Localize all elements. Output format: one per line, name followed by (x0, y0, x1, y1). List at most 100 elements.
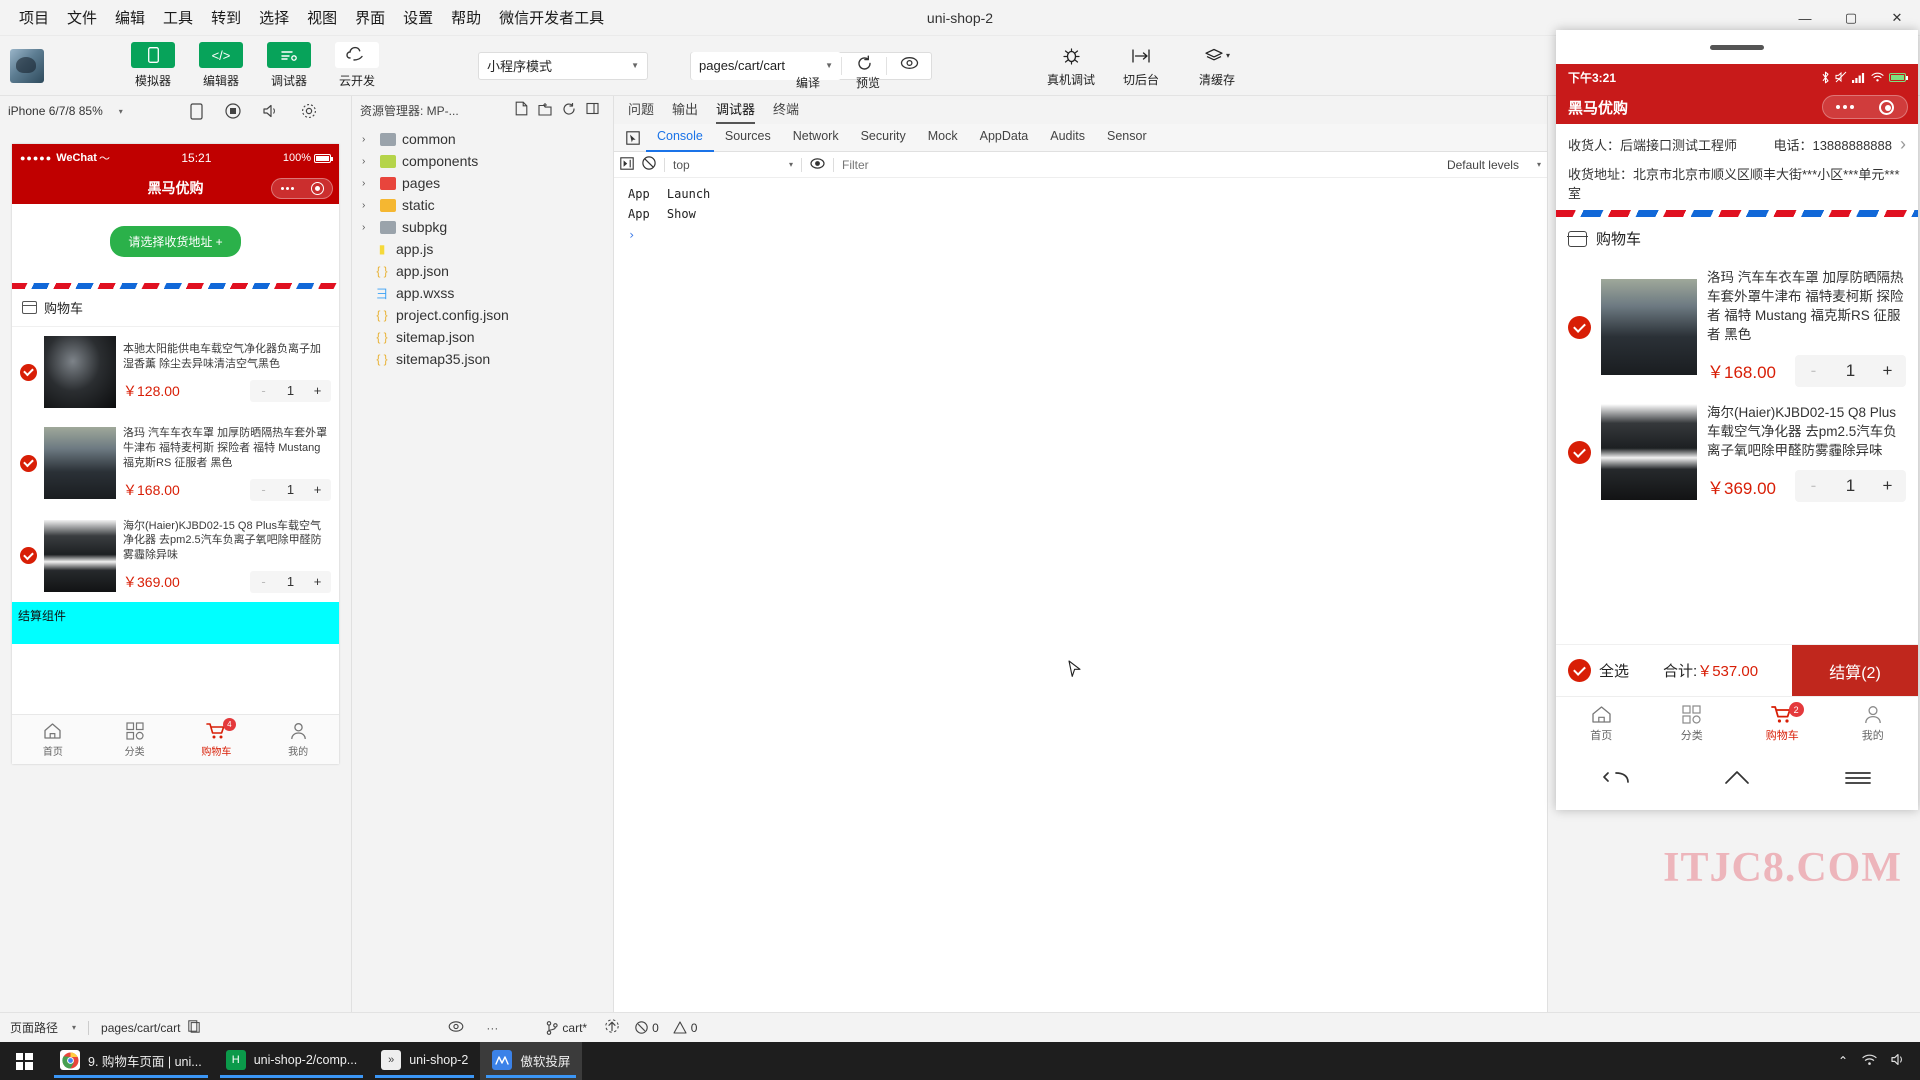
mirror-capsule-button[interactable] (1822, 95, 1908, 119)
item-checkbox[interactable] (1568, 440, 1591, 464)
background-switch-button[interactable]: 切后台 (1118, 44, 1164, 88)
tab-sources[interactable]: Sources (714, 123, 782, 152)
item-checkbox[interactable] (1568, 315, 1591, 339)
item-checkbox[interactable] (20, 454, 37, 472)
decrease-button[interactable]: - (250, 571, 277, 593)
quantity-stepper[interactable]: - 1 + (250, 478, 331, 501)
decrease-button[interactable]: - (1795, 355, 1832, 387)
error-count[interactable]: 0 (635, 1021, 659, 1035)
tree-file-app-json[interactable]: { } app.json (352, 260, 613, 282)
address-block[interactable]: 收货人：后端接口测试工程师 电话：13888888888 › 收货地址：北京市北… (1556, 124, 1918, 210)
increase-button[interactable]: + (304, 479, 331, 501)
quantity-stepper[interactable]: - 1 + (250, 571, 331, 594)
tab-cart[interactable]: 2 购物车 (1737, 697, 1828, 750)
new-folder-icon[interactable] (533, 102, 557, 119)
tree-file-sitemap35-json[interactable]: { } sitemap35.json (352, 348, 613, 370)
select-all-checkbox[interactable] (1568, 659, 1591, 682)
clear-cache-button[interactable]: ▾ 清缓存 (1188, 44, 1246, 88)
mp-capsule-button[interactable] (271, 178, 333, 199)
cart-item[interactable]: 本驰太阳能供电车载空气净化器负离子加湿香薰 除尘去异味清洁空气黑色 ￥128.0… (12, 327, 339, 417)
tree-folder-pages[interactable]: › pages (352, 172, 613, 194)
warning-count[interactable]: 0 (673, 1021, 697, 1035)
increase-button[interactable]: + (304, 380, 331, 402)
tab-audits[interactable]: Audits (1039, 123, 1096, 152)
select-all-group[interactable]: 全选 (1556, 659, 1629, 682)
item-checkbox[interactable] (20, 547, 37, 565)
tab-security[interactable]: Security (850, 123, 917, 152)
inspect-icon[interactable] (620, 127, 646, 149)
menu-item-settings[interactable]: 设置 (394, 3, 442, 32)
menu-item-view[interactable]: 视图 (298, 3, 346, 32)
menu-item-help[interactable]: 帮助 (442, 3, 490, 32)
cart-item[interactable]: 海尔(Haier)KJBD02-15 Q8 Plus车载空气净化器 去pm2.5… (12, 509, 339, 603)
settings-icon[interactable] (301, 103, 317, 119)
simulator-toggle-button[interactable]: 模拟器 (124, 42, 182, 89)
tree-folder-subpkg[interactable]: › subpkg (352, 216, 613, 238)
tab-home[interactable]: 首页 (12, 715, 94, 764)
phone-rotate-icon[interactable] (190, 102, 203, 120)
increase-button[interactable]: + (1869, 470, 1906, 502)
levels-select-label[interactable]: Default levels (1447, 158, 1519, 172)
quantity-stepper[interactable]: - 1 + (250, 379, 331, 402)
sync-icon[interactable] (605, 1019, 619, 1036)
network-icon[interactable] (1862, 1054, 1877, 1069)
tree-folder-common[interactable]: › common (352, 128, 613, 150)
filter-input[interactable] (842, 157, 1439, 172)
panel-tab-output[interactable]: 输出 (672, 99, 698, 124)
menu-item-select[interactable]: 选择 (250, 3, 298, 32)
cloud-dev-button[interactable]: 云开发 (328, 42, 386, 89)
tab-category[interactable]: 分类 (94, 715, 176, 764)
tab-appdata[interactable]: AppData (969, 123, 1040, 152)
panel-tab-terminal[interactable]: 终端 (773, 99, 799, 124)
menu-icon[interactable] (1844, 767, 1872, 793)
volume-icon[interactable] (263, 104, 279, 118)
tree-file-app-js[interactable]: ▮ app.js (352, 238, 613, 260)
clear-icon[interactable] (642, 156, 656, 173)
mode-select[interactable]: 小程序模式 ▼ (478, 51, 648, 80)
refresh-icon[interactable] (557, 102, 581, 119)
menu-item-goto[interactable]: 转到 (202, 3, 250, 32)
debugger-toggle-button[interactable]: 调试器 (260, 42, 318, 89)
panel-tab-debugger[interactable]: 调试器 (716, 99, 756, 124)
copy-icon[interactable] (188, 1019, 201, 1036)
tab-home[interactable]: 首页 (1556, 697, 1647, 750)
decrease-button[interactable]: - (1795, 470, 1832, 502)
tree-file-sitemap-json[interactable]: { } sitemap.json (352, 326, 613, 348)
record-icon[interactable] (225, 103, 241, 119)
new-file-icon[interactable] (509, 101, 533, 119)
execute-icon[interactable] (620, 156, 634, 173)
more-options-button[interactable]: ··· (486, 1021, 498, 1035)
editor-toggle-button[interactable]: </> 编辑器 (192, 42, 250, 89)
mirror-drag-handle[interactable] (1556, 30, 1918, 64)
page-path-select[interactable]: 页面路径 ▾ (10, 1019, 76, 1036)
volume-icon[interactable] (1891, 1053, 1906, 1069)
tab-mine[interactable]: 我的 (257, 715, 339, 764)
taskbar-item-apowermirror[interactable]: 傲软投屏 (480, 1042, 583, 1080)
menu-item-project[interactable]: 项目 (10, 3, 58, 32)
decrease-button[interactable]: - (250, 380, 277, 402)
cart-item[interactable]: 洛玛 汽车车衣车罩 加厚防晒隔热车套外罩牛津布 福特麦柯斯 探险者 福特 Mus… (1556, 260, 1918, 395)
decrease-button[interactable]: - (250, 479, 277, 501)
tab-cart[interactable]: 4 购物车 (176, 715, 258, 764)
eye-icon[interactable] (448, 1020, 464, 1036)
chevron-down-icon[interactable]: ▾ (119, 107, 123, 116)
panel-tab-problems[interactable]: 问题 (628, 99, 654, 124)
tab-mock[interactable]: Mock (917, 123, 969, 152)
collapse-icon[interactable] (581, 102, 605, 118)
start-button[interactable] (0, 1042, 48, 1080)
checkout-button[interactable]: 结算(2) (1792, 644, 1918, 697)
preview-icon-button[interactable] (887, 56, 931, 75)
real-device-debug-button[interactable]: 真机调试 (1047, 44, 1095, 88)
avatar[interactable] (10, 48, 44, 83)
select-address-button[interactable]: 请选择收货地址 + (110, 226, 241, 257)
cart-item[interactable]: 洛玛 汽车车衣车罩 加厚防晒隔热车套外罩牛津布 福特麦柯斯 探险者 福特 Mus… (12, 417, 339, 510)
tab-network[interactable]: Network (782, 123, 850, 152)
chevron-up-icon[interactable]: ⌃ (1838, 1054, 1848, 1068)
home-icon[interactable] (1723, 767, 1751, 793)
menu-item-edit[interactable]: 编辑 (106, 3, 154, 32)
menu-item-wechat-devtools[interactable]: 微信开发者工具 (490, 3, 613, 32)
tree-folder-components[interactable]: › components (352, 150, 613, 172)
quantity-stepper[interactable]: - 1 + (1795, 354, 1906, 387)
context-select[interactable]: top ▾ (673, 158, 793, 172)
chevron-down-icon[interactable]: ▾ (1537, 160, 1541, 169)
